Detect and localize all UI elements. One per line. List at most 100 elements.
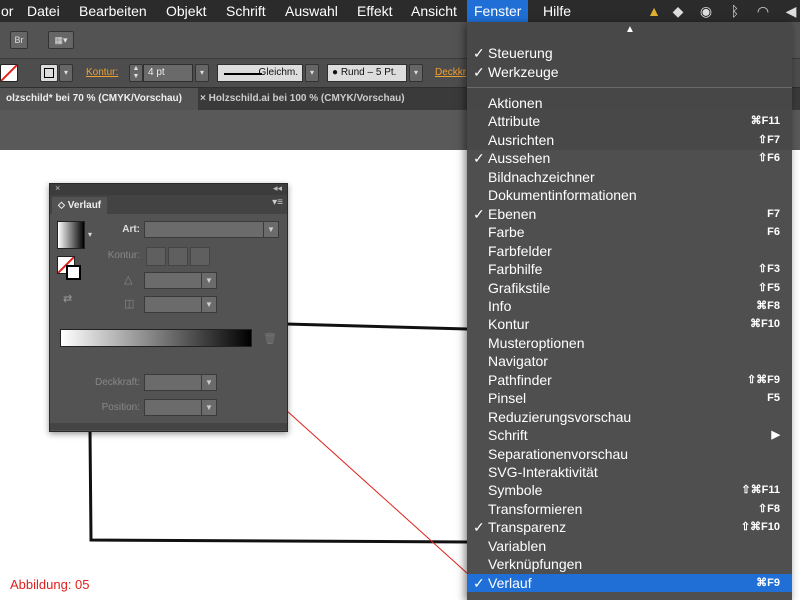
menu-item-separationenvorschau[interactable]: Separationenvorschau (467, 445, 792, 463)
sign-outline-top[interactable] (285, 322, 468, 331)
deckkraft-label: Deckkraft: (94, 377, 140, 388)
menu-item-label: Verknüpfungen (488, 556, 583, 573)
opacity-field[interactable]: ▼ (144, 374, 217, 391)
menu-item-label: Werkzeuge (488, 63, 559, 80)
menu-item-shortcut: ⇧⌘F11 (741, 484, 780, 497)
menu-item-label: Transparenz (488, 519, 567, 536)
menu-item-label: Symbole (488, 482, 543, 499)
stroke-gradient-across-icon[interactable] (190, 247, 210, 266)
menu-item-label: Variablen (488, 537, 547, 554)
chevron-down-icon: ▼ (201, 297, 216, 312)
menu-item-label: Farbhilfe (488, 261, 543, 278)
location-field[interactable]: ▼ (144, 399, 217, 416)
menu-item-variablen[interactable]: Variablen (467, 537, 792, 555)
scroll-up-icon[interactable]: ▲ (625, 24, 635, 35)
kontur-label: Kontur: (107, 250, 140, 261)
menu-item-verlauf[interactable]: ✓ Verlauf ⌘F9 (467, 573, 792, 592)
menu-item-grafikstile[interactable]: Grafikstile ⇧F5 (467, 279, 792, 297)
menu-item-farbfelder[interactable]: Farbfelder (467, 242, 792, 260)
panel-tabbar: ⬦ Verlauf ▾≡ (50, 195, 287, 214)
close-icon[interactable]: × (55, 183, 60, 193)
menu-item-schrift[interactable]: Schrift ▶ (467, 426, 792, 444)
menu-item-label: Musteroptionen (488, 334, 585, 351)
angle-field[interactable]: ▼ (144, 272, 217, 289)
menu-item-shortcut: ⇧F5 (757, 281, 780, 294)
checkmark-icon: ✓ (473, 150, 485, 167)
menu-item-farbhilfe[interactable]: Farbhilfe ⇧F3 (467, 260, 792, 278)
menu-item-label: Aktionen (488, 95, 543, 111)
menu-item-ebenen[interactable]: ✓ Ebenen F7 (467, 205, 792, 223)
menu-item-label: SVG-Interaktivität (488, 464, 598, 480)
menu-item-transparenz[interactable]: ✓ Transparenz ⇧⌘F10 (467, 518, 792, 536)
reverse-gradient-icon[interactable]: ⇄ (63, 292, 72, 305)
chevron-icon: ⬦ (58, 200, 65, 211)
chevron-down-icon: ▼ (263, 222, 278, 237)
sign-outline-left[interactable] (88, 429, 468, 544)
chevron-down-icon[interactable]: ▾ (88, 230, 92, 239)
menu-item-pathfinder[interactable]: Pathfinder ⇧⌘F9 (467, 371, 792, 389)
checkmark-icon: ✓ (473, 205, 485, 222)
menu-item-info[interactable]: Info ⌘F8 (467, 297, 792, 315)
menu-item-label: Navigator (488, 353, 548, 370)
menu-item-aktionen[interactable]: Aktionen (467, 94, 792, 112)
menu-item-navigator[interactable]: Navigator (467, 352, 792, 370)
menu-item-steuerung[interactable]: ✓ Steuerung (467, 44, 792, 62)
stroke-gradient-within-icon[interactable] (146, 247, 166, 266)
menu-item-reduzierungsvorschau[interactable]: Reduzierungsvorschau (467, 408, 792, 426)
menu-item-symbole[interactable]: Symbole ⇧⌘F11 (467, 481, 792, 499)
figure-caption: Abbildung: 05 (10, 577, 90, 592)
gradient-thumbnail[interactable] (57, 221, 85, 249)
menu-item-farbe[interactable]: Farbe F6 (467, 223, 792, 241)
menu-item-label: Kontur (488, 316, 530, 333)
menu-item-label: Transformieren (488, 500, 583, 517)
menu-item-label: Attribute (488, 113, 541, 130)
menu-item-transformieren[interactable]: Transformieren ⇧F8 (467, 500, 792, 518)
panel-title: Verlauf (67, 200, 102, 211)
menu-item-shortcut: ⌘F9 (756, 576, 780, 589)
menu-item-musteroptionen[interactable]: Musteroptionen (467, 334, 792, 352)
menu-item-svg-interaktivität[interactable]: SVG-Interaktivität (467, 463, 792, 481)
menu-item-label: Info (488, 297, 512, 314)
menu-item-shortcut: F7 (767, 207, 780, 220)
menu-item-dokumentinformationen[interactable]: Dokumentinformationen (467, 186, 792, 204)
menu-item-kontur[interactable]: Kontur ⌘F10 (467, 315, 792, 333)
stroke-gradient-along-icon[interactable] (168, 247, 188, 266)
menu-item-shortcut: F5 (767, 392, 780, 405)
panel-menu-icon[interactable]: ▾≡ (272, 197, 283, 208)
menu-item-shortcut: ⇧F6 (757, 152, 780, 165)
menu-item-label: Bildnachzeichner (488, 168, 595, 185)
menu-item-werkzeuge[interactable]: ✓ Werkzeuge (467, 63, 792, 81)
menu-item-attribute[interactable]: Attribute ⌘F11 (467, 112, 792, 130)
art-label: Art: (122, 224, 140, 235)
aspect-ratio-field[interactable]: ▼ (144, 296, 217, 313)
menu-item-shortcut: ⌘F11 (750, 115, 780, 128)
menu-separator (467, 87, 792, 88)
menu-item-label: Steuerung (488, 45, 553, 61)
panel-resize-handle[interactable] (50, 423, 287, 430)
gradient-slider[interactable] (60, 329, 252, 347)
menu-item-aussehen[interactable]: ✓ Aussehen ⇧F6 (467, 149, 792, 167)
chevron-down-icon: ▼ (201, 375, 216, 390)
panel-header: × ◂◂ (50, 183, 287, 195)
collapse-icon[interactable]: ◂◂ (273, 183, 282, 194)
menu-item-shortcut: ⇧⌘F10 (740, 521, 780, 534)
menu-item-shortcut: ⇧F3 (757, 263, 780, 276)
tab-verlauf[interactable]: ⬦ Verlauf (52, 197, 108, 214)
gradient-type-select[interactable]: ▼ (144, 221, 279, 238)
menu-item-label: Farbe (488, 224, 525, 241)
menu-item-label: Dokumentinformationen (488, 187, 637, 204)
menu-item-bildnachzeichner[interactable]: Bildnachzeichner (467, 168, 792, 186)
fenster-menu: ▲ ✓ Steuerung ✓ Werkzeuge Aktionen Attribute ⌘… (467, 22, 792, 600)
menu-item-ausrichten[interactable]: Ausrichten ⇧F7 (467, 131, 792, 149)
menu-item-label: Schrift (488, 427, 528, 444)
menu-item-label: Separationenvorschau (488, 445, 629, 462)
checkmark-icon: ✓ (473, 519, 485, 536)
stroke-swatch[interactable] (66, 265, 81, 280)
trash-icon[interactable]: 🗑 (263, 332, 277, 345)
menu-item-label: Grafikstile (488, 279, 551, 296)
menu-item-pinsel[interactable]: Pinsel F5 (467, 389, 792, 407)
menu-item-shortcut: ⌘F10 (750, 318, 780, 331)
menu-item-label: Ausrichten (488, 131, 555, 148)
menu-item-verknüpfungen[interactable]: Verknüpfungen (467, 555, 792, 573)
checkmark-icon: ✓ (473, 63, 485, 80)
